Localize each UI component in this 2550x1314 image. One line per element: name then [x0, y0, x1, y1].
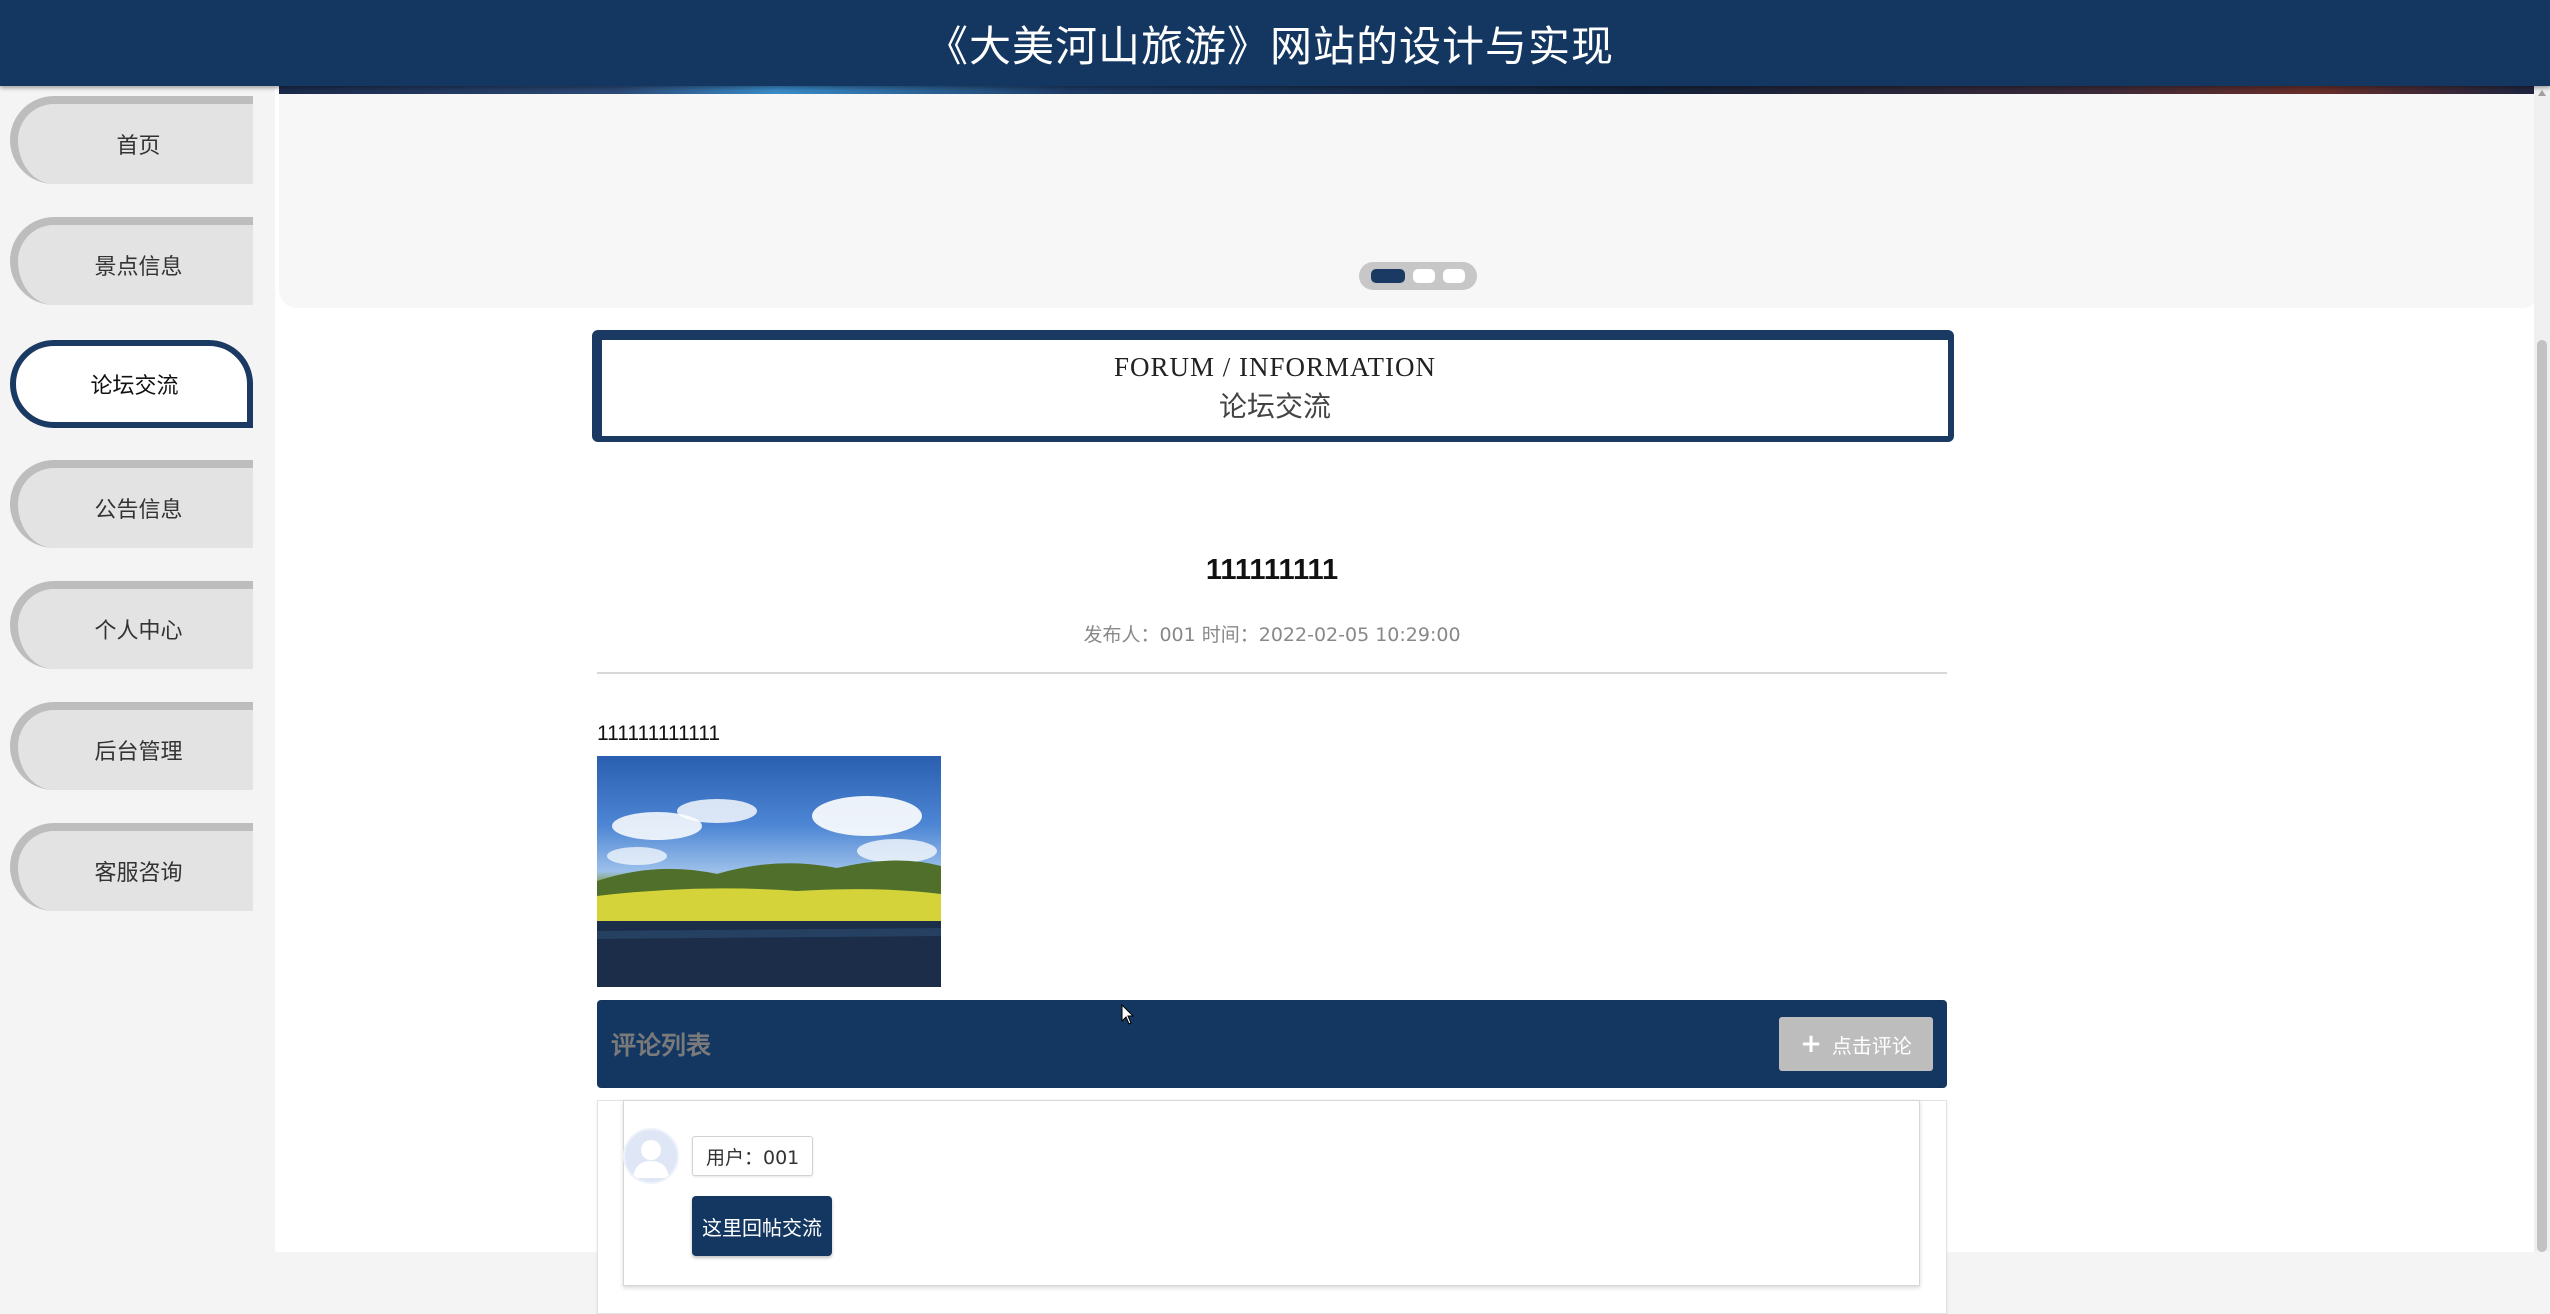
- post-title: 111111111: [1205, 554, 1339, 586]
- banner-image-strip: [279, 86, 2540, 94]
- sidebar-item-label: 公告信息: [94, 498, 183, 523]
- carousel-dot-3[interactable]: [1443, 269, 1465, 283]
- section-title-cn: 论坛交流: [1218, 391, 1331, 423]
- add-comment-label: 点击评论: [1831, 1033, 1912, 1058]
- carousel-indicators: [1359, 262, 1477, 290]
- scroll-thumb[interactable]: [2537, 340, 2547, 1252]
- comment-content: 这里回帖交流: [692, 1196, 832, 1256]
- sidebar-item-label: 论坛交流: [90, 374, 179, 399]
- banner-carousel: [279, 86, 2540, 308]
- section-title-en: FORUM / INFORMATION: [1113, 351, 1437, 382]
- comment-item: [623, 1100, 1920, 1286]
- sidebar-item-label: 后台管理: [94, 740, 183, 765]
- plus-icon: +: [1800, 1029, 1822, 1059]
- sidebar-item-label: 个人中心: [94, 619, 183, 644]
- site-header: 《大美河山旅游》网站的设计与实现: [0, 0, 2550, 86]
- sidebar-item-home[interactable]: 首页: [10, 96, 253, 184]
- carousel-dot-1[interactable]: [1371, 269, 1405, 283]
- post-body: 111111111111: [597, 722, 721, 745]
- main-content: FORUM / INFORMATION 论坛交流 111111111 发布人：0…: [275, 86, 2540, 1314]
- section-title-box: FORUM / INFORMATION 论坛交流: [592, 330, 1954, 442]
- sidebar-item-label: 首页: [116, 134, 161, 159]
- sidebar-item-label: 景点信息: [94, 255, 183, 280]
- sidebar-item-forum[interactable]: 论坛交流: [10, 340, 253, 428]
- add-comment-button[interactable]: + 点击评论: [1779, 1017, 1933, 1071]
- sidebar-item-label: 客服咨询: [94, 861, 183, 886]
- sidebar-item-profile[interactable]: 个人中心: [10, 581, 253, 669]
- landscape-photo-icon: [597, 756, 941, 987]
- comment-list-title: 评论列表: [611, 1031, 712, 1060]
- sidebar-item-notices[interactable]: 公告信息: [10, 460, 253, 548]
- carousel-dot-2[interactable]: [1413, 269, 1435, 283]
- site-title: 《大美河山旅游》网站的设计与实现: [925, 21, 1614, 71]
- sidebar-item-attractions[interactable]: 景点信息: [10, 217, 253, 305]
- comment-list-header: 评论列表 + 点击评论: [597, 1000, 1947, 1088]
- post-meta: 发布人：001 时间：2022-02-05 10:29:00: [1083, 624, 1461, 646]
- user-avatar-icon: [623, 1128, 679, 1184]
- divider: [597, 672, 1947, 674]
- sidebar-item-support[interactable]: 客服咨询: [10, 823, 253, 911]
- page-scrollbar[interactable]: [2534, 86, 2550, 1252]
- sidebar-item-admin[interactable]: 后台管理: [10, 702, 253, 790]
- scroll-up-icon[interactable]: [2538, 90, 2546, 96]
- comment-user: 用户：001: [692, 1136, 814, 1176]
- mouse-cursor-icon: [1121, 1004, 1135, 1025]
- sidebar-nav: 首页 景点信息 论坛交流 公告信息 个人中心 后台管理 客服咨询: [0, 86, 275, 1252]
